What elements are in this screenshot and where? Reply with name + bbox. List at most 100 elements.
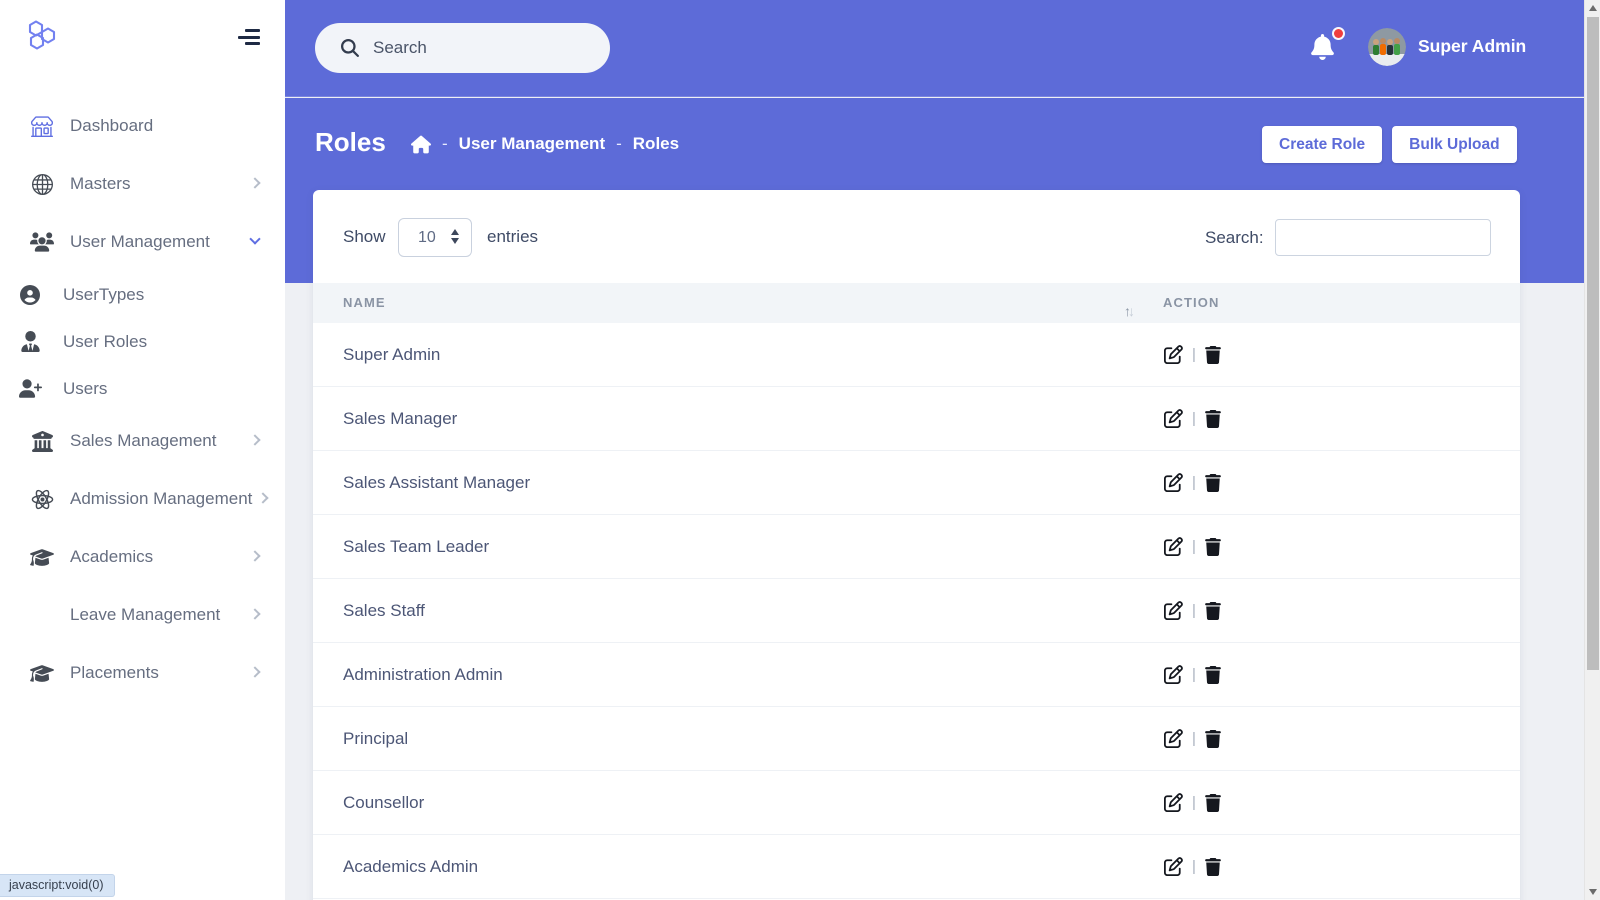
roles-table: NAME ↑↓ ACTION Super Admin |: [313, 283, 1520, 899]
bulk-upload-button[interactable]: Bulk Upload: [1392, 126, 1516, 163]
user-name[interactable]: Super Admin: [1418, 36, 1526, 57]
breadcrumb-separator: -: [442, 134, 448, 154]
sidebar-item-label: Placements: [70, 663, 159, 683]
edit-icon[interactable]: [1164, 409, 1183, 428]
trash-icon[interactable]: [1205, 858, 1221, 876]
edit-icon[interactable]: [1164, 537, 1183, 556]
trash-icon[interactable]: [1205, 410, 1221, 428]
row-actions: |: [1151, 665, 1520, 684]
chevron-right-icon: [249, 666, 260, 677]
user-tie-icon: [18, 330, 42, 354]
topbar: Super Admin: [285, 0, 1584, 97]
page-size-select[interactable]: 10: [398, 218, 472, 257]
row-actions: |: [1151, 537, 1520, 556]
global-search-input[interactable]: [373, 38, 583, 58]
chevron-right-icon: [249, 177, 260, 188]
row-actions: |: [1151, 793, 1520, 812]
entries-label: entries: [487, 227, 538, 247]
action-separator: |: [1192, 474, 1196, 491]
sidebar-item-admission-management[interactable]: Admission Management: [0, 470, 285, 528]
trash-icon[interactable]: [1205, 730, 1221, 748]
role-name: Administration Admin: [313, 665, 1151, 685]
avatar[interactable]: [1368, 28, 1406, 66]
sidebar: Dashboard Masters User Management UserTy…: [0, 0, 285, 900]
sidebar-item-label: Academics: [70, 547, 153, 567]
home-icon[interactable]: [411, 135, 431, 154]
vertical-scrollbar: [1584, 0, 1600, 900]
sort-arrows-icon[interactable]: ↑↓: [1124, 303, 1135, 319]
column-header-name[interactable]: NAME ↑↓: [313, 294, 1151, 312]
sidebar-toggle-icon[interactable]: [238, 29, 260, 49]
search-icon: [341, 39, 359, 57]
edit-icon[interactable]: [1164, 857, 1183, 876]
action-separator: |: [1192, 538, 1196, 555]
main-area: Super Admin Roles - User Management - Ro…: [285, 0, 1584, 900]
table-row: Principal |: [313, 707, 1520, 771]
breadcrumb: - User Management - Roles: [411, 134, 679, 154]
table-header-row: NAME ↑↓ ACTION: [313, 283, 1520, 323]
sidebar-item-masters[interactable]: Masters: [0, 155, 285, 213]
sidebar-item-dashboard[interactable]: Dashboard: [0, 97, 285, 155]
trash-icon[interactable]: [1205, 602, 1221, 620]
trash-icon[interactable]: [1205, 346, 1221, 364]
role-name: Sales Staff: [313, 601, 1151, 621]
user-plus-icon: [18, 377, 42, 401]
row-actions: |: [1151, 729, 1520, 748]
action-separator: |: [1192, 346, 1196, 363]
sidebar-item-users[interactable]: Users: [0, 365, 285, 412]
page-title: Roles: [315, 127, 386, 158]
sidebar-item-user-management[interactable]: User Management: [0, 213, 285, 271]
edit-icon[interactable]: [1164, 473, 1183, 492]
sidebar-item-usertypes[interactable]: UserTypes: [0, 271, 285, 318]
edit-icon[interactable]: [1164, 345, 1183, 364]
breadcrumb-separator: -: [616, 134, 622, 154]
role-name: Principal: [313, 729, 1151, 749]
bell-icon: [1311, 34, 1337, 60]
scrollbar-up-button[interactable]: [1585, 0, 1600, 16]
link-status-tooltip: javascript:void(0): [0, 874, 115, 897]
role-name: Counsellor: [313, 793, 1151, 813]
row-actions: |: [1151, 409, 1520, 428]
table-row: Sales Team Leader |: [313, 515, 1520, 579]
trash-icon[interactable]: [1205, 538, 1221, 556]
edit-icon[interactable]: [1164, 665, 1183, 684]
sidebar-item-label: Masters: [70, 174, 130, 194]
breadcrumb-user-management[interactable]: User Management: [459, 134, 605, 154]
users-icon: [30, 230, 54, 254]
table-row: Academics Admin |: [313, 835, 1520, 899]
table-row: Administration Admin |: [313, 643, 1520, 707]
table-search-label: Search:: [1205, 228, 1264, 248]
action-separator: |: [1192, 794, 1196, 811]
create-role-button[interactable]: Create Role: [1262, 126, 1382, 163]
sidebar-header: [0, 0, 285, 97]
app-logo[interactable]: [22, 18, 62, 58]
sidebar-item-label: Sales Management: [70, 431, 216, 451]
sidebar-item-placements[interactable]: Placements: [0, 644, 285, 702]
sidebar-item-leave-management[interactable]: Leave Management: [0, 586, 285, 644]
graduation-cap-icon: [30, 661, 54, 685]
table-search-input[interactable]: [1275, 219, 1491, 256]
chevron-right-icon: [249, 608, 260, 619]
sidebar-item-sales-management[interactable]: Sales Management: [0, 412, 285, 470]
sidebar-item-academics[interactable]: Academics: [0, 528, 285, 586]
edit-icon[interactable]: [1164, 793, 1183, 812]
role-name: Academics Admin: [313, 857, 1151, 877]
column-header-action[interactable]: ACTION: [1151, 294, 1520, 312]
bank-icon: [30, 429, 54, 453]
trash-icon[interactable]: [1205, 474, 1221, 492]
trash-icon[interactable]: [1205, 794, 1221, 812]
page-size-value: 10: [418, 229, 436, 247]
sidebar-item-user-roles[interactable]: User Roles: [0, 318, 285, 365]
table-row: Sales Staff |: [313, 579, 1520, 643]
table-row: Super Admin |: [313, 323, 1520, 387]
scrollbar-down-button[interactable]: [1585, 884, 1600, 900]
edit-icon[interactable]: [1164, 601, 1183, 620]
notifications-button[interactable]: [1311, 34, 1337, 62]
breadcrumb-roles[interactable]: Roles: [633, 134, 679, 154]
sidebar-item-label: UserTypes: [63, 285, 144, 305]
trash-icon[interactable]: [1205, 666, 1221, 684]
action-separator: |: [1192, 410, 1196, 427]
sidebar-item-label: Users: [63, 379, 107, 399]
edit-icon[interactable]: [1164, 729, 1183, 748]
scrollbar-thumb[interactable]: [1587, 17, 1599, 670]
